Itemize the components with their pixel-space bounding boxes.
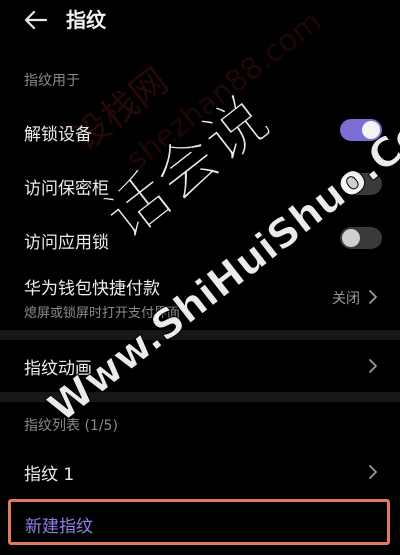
chevron-right-icon (369, 359, 377, 373)
arrow-left-icon[interactable] (22, 6, 50, 34)
new-fingerprint-button[interactable]: 新建指纹 (8, 499, 390, 545)
fingerprint-label: 指纹 1 (24, 465, 75, 485)
setting-row-app-lock[interactable]: 访问应用锁 (0, 220, 400, 260)
setting-row-wallet[interactable]: 华为钱包快捷付款 熄屏或锁屏时打开支付界面 关闭 (0, 272, 400, 326)
section-header-use: 指纹用于 (24, 73, 80, 89)
chevron-right-icon (369, 465, 377, 479)
setting-row-unlock-device[interactable]: 解锁设备 (0, 112, 400, 152)
setting-label: 解锁设备 (24, 125, 92, 145)
fingerprint-settings-page: 设栈网 shezhan88.com 指纹 指纹用于 解锁设备 访问保密柜 访问应… (0, 0, 400, 555)
section-divider (0, 392, 400, 402)
app-header: 指纹 (0, 0, 400, 46)
setting-label: 华为钱包快捷付款 (24, 279, 160, 299)
page-title: 指纹 (66, 8, 106, 32)
setting-row-animation[interactable]: 指纹动画 (0, 346, 400, 386)
wallet-status-value: 关闭 (332, 291, 360, 307)
fingerprint-list-item[interactable]: 指纹 1 (0, 452, 400, 492)
setting-sublabel: 熄屏或锁屏时打开支付界面 (24, 306, 181, 321)
chevron-right-icon (369, 290, 377, 304)
toggle-knob (362, 121, 380, 139)
new-fingerprint-label: 新建指纹 (25, 517, 93, 537)
setting-row-safe[interactable]: 访问保密柜 (0, 166, 400, 206)
app-lock-toggle[interactable] (340, 227, 382, 249)
setting-label: 访问保密柜 (24, 179, 109, 199)
unlock-device-toggle[interactable] (340, 119, 382, 141)
safe-toggle[interactable] (340, 173, 382, 195)
toggle-knob (342, 175, 360, 193)
section-divider (0, 330, 400, 340)
setting-label: 指纹动画 (24, 359, 92, 379)
toggle-knob (342, 229, 360, 247)
section-header-fingerprint-list: 指纹列表 (1/5) (24, 418, 118, 434)
setting-label: 访问应用锁 (24, 233, 109, 253)
